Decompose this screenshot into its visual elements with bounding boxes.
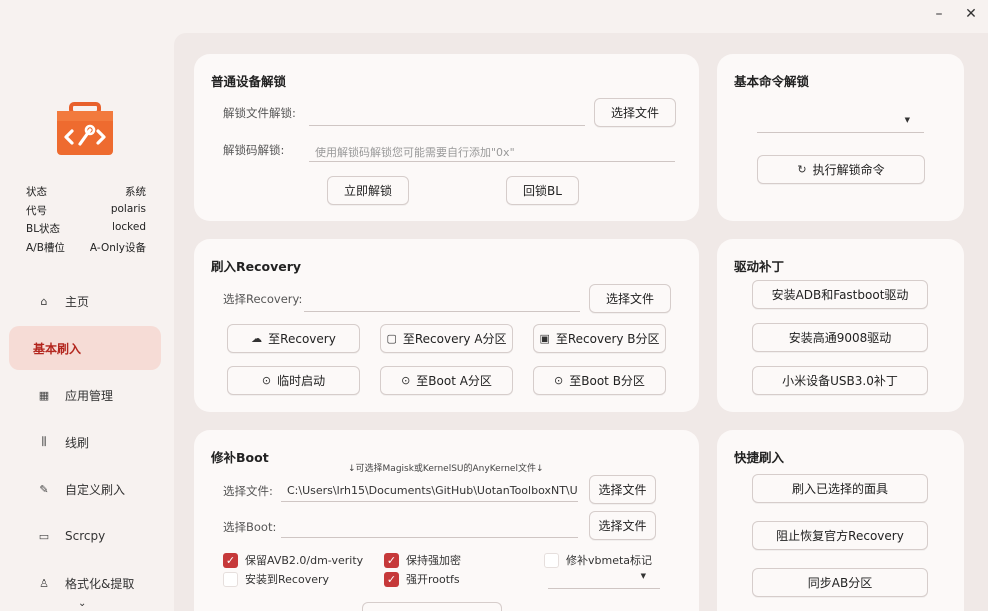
sidebar: 状态 系统 代号 polaris BL状态 locked A/B槽位 A-Only设备 …: [0, 0, 173, 611]
device-info: 状态 系统 代号 polaris BL状态 locked A/B槽位 A-Only设备: [26, 184, 146, 258]
info-row: A/B槽位 A-Only设备: [26, 241, 146, 254]
boot-icon: ⊙: [401, 374, 411, 387]
execute-unlock-command-button[interactable]: ↻ 执行解锁命令: [757, 155, 925, 184]
boot-icon: ⊙: [554, 374, 564, 387]
keep-avb-checkbox[interactable]: ✓ 保留AVB2.0/dm-verity: [223, 552, 363, 568]
unlock-file-label: 解锁文件解锁:: [223, 106, 296, 120]
card-title: 修补Boot: [211, 450, 269, 465]
recovery-file-field[interactable]: [304, 288, 580, 312]
monitor-icon: ▢: [386, 332, 397, 345]
checkbox-unchecked-icon: [223, 571, 238, 587]
info-row: BL状态 locked: [26, 221, 146, 235]
home-icon: ⌂: [40, 294, 48, 308]
checkbox-checked-icon: ✓: [223, 552, 238, 568]
person-icon: ♙: [39, 576, 49, 590]
unlock-file-field[interactable]: [309, 102, 585, 126]
keep-encryption-checkbox[interactable]: ✓ 保持强加密: [384, 552, 461, 568]
window-controls: – ✕: [932, 6, 978, 22]
unlock-now-button[interactable]: 立即解锁: [327, 176, 409, 205]
boot-file-label: 选择文件:: [223, 484, 273, 498]
patch-boot-button[interactable]: [362, 602, 502, 611]
flash-selected-magisk-button[interactable]: 刷入已选择的面具: [752, 474, 928, 503]
boot-image-label: 选择Boot:: [223, 520, 277, 534]
choose-boot-file-button[interactable]: 选择文件: [589, 511, 656, 540]
nav-item-scrcpy[interactable]: ▭ Scrcpy: [9, 514, 161, 558]
prevent-official-recovery-button[interactable]: 阻止恢复官方Recovery: [752, 521, 928, 550]
info-row: 代号 polaris: [26, 202, 146, 217]
card-title: 刷入Recovery: [211, 259, 302, 274]
apps-icon: ▦: [38, 388, 50, 402]
choose-unlock-file-button[interactable]: 选择文件: [594, 98, 676, 127]
sync-ab-partition-button[interactable]: 同步AB分区: [752, 568, 928, 597]
anykernel-hint: ↓可选择Magisk或KernelSU的AnyKernel文件↓: [348, 464, 544, 474]
checkbox-unchecked-icon: [544, 552, 559, 568]
patch-boot-card: 修补Boot ↓可选择Magisk或KernelSU的AnyKernel文件↓ …: [194, 430, 699, 611]
flash-to-recovery-b-button[interactable]: ▣ 至Recovery B分区: [533, 324, 666, 353]
display-icon: ▣: [539, 332, 550, 345]
choose-patch-file-button[interactable]: 选择文件: [589, 475, 656, 504]
flash-to-boot-a-button[interactable]: ⊙ 至Boot A分区: [380, 366, 513, 395]
minimize-button[interactable]: –: [932, 6, 946, 22]
nav-item-app-manager[interactable]: ▦ 应用管理: [9, 373, 161, 417]
install-adb-fastboot-driver-button[interactable]: 安装ADB和Fastboot驱动: [752, 280, 928, 309]
boot-image-field[interactable]: [281, 514, 578, 538]
patch-vbmeta-checkbox[interactable]: 修补vbmeta标记: [544, 552, 652, 568]
boot-file-field[interactable]: C:\Users\lrh15\Documents\GitHub\UotanToo…: [281, 478, 578, 502]
wand-icon: ✎: [39, 482, 49, 496]
relock-bl-button[interactable]: 回锁BL: [506, 176, 579, 205]
unlock-code-input[interactable]: 使用解锁码解锁您可能需要自行添加"0x": [309, 138, 675, 162]
nav-item-home[interactable]: ⌂ 主页: [9, 279, 161, 323]
flash-to-recovery-a-button[interactable]: ▢ 至Recovery A分区: [380, 324, 513, 353]
flash-to-recovery-button[interactable]: ☁ 至Recovery: [227, 324, 360, 353]
info-row: 状态 系统: [26, 186, 146, 198]
choose-recovery-file-button[interactable]: 选择文件: [589, 284, 671, 313]
toolbox-logo-icon: [57, 102, 113, 155]
screen-icon: ▭: [38, 529, 50, 543]
boot-icon: ⊙: [261, 374, 272, 387]
force-rootfs-checkbox[interactable]: ✓ 强开rootfs: [384, 571, 460, 587]
dropdown-arrow-icon: ▼: [640, 572, 646, 580]
arch-select[interactable]: ▼: [548, 567, 660, 589]
nav-menu: ⌂ 主页 基本刷入 ▦ 应用管理 ⫼ 线刷 ✎ 自定义刷入 ▭ Scrcpy ♙ 格式化&提…: [9, 279, 161, 608]
recovery-file-label: 选择Recovery:: [223, 292, 303, 306]
unlock-command-select[interactable]: ▼: [757, 111, 924, 133]
card-title: 普通设备解锁: [211, 74, 287, 89]
nav-item-basic-flash[interactable]: 基本刷入: [9, 326, 161, 370]
close-button[interactable]: ✕: [964, 6, 978, 22]
command-unlock-card: 基本命令解锁 ▼ ↻ 执行解锁命令: [717, 54, 964, 221]
unlock-code-label: 解锁码解锁:: [223, 143, 285, 157]
checkbox-checked-icon: ✓: [384, 552, 399, 568]
quick-flash-card: 快捷刷入 刷入已选择的面具 阻止恢复官方Recovery 同步AB分区: [717, 430, 964, 611]
driver-patch-card: 驱动补丁 安装ADB和Fastboot驱动 安装高通9008驱动 小米设备USB…: [717, 239, 964, 412]
temporary-boot-button[interactable]: ⊙ 临时启动: [227, 366, 360, 395]
nav-item-custom-flash[interactable]: ✎ 自定义刷入: [9, 467, 161, 511]
cloud-icon: ☁: [251, 332, 263, 345]
flash-icon: ⫼: [41, 435, 47, 448]
install-to-recovery-checkbox[interactable]: 安装到Recovery: [223, 571, 329, 587]
flash-to-boot-b-button[interactable]: ⊙ 至Boot B分区: [533, 366, 666, 395]
checkbox-checked-icon: ✓: [384, 571, 399, 587]
flash-recovery-card: 刷入Recovery 选择Recovery: 选择文件 ☁ 至Recovery ▢…: [194, 239, 699, 412]
dropdown-arrow-icon: ▼: [904, 116, 910, 124]
card-title: 驱动补丁: [734, 259, 785, 274]
card-title: 快捷刷入: [734, 450, 785, 465]
card-title: 基本命令解锁: [734, 74, 810, 89]
nav-item-line-flash[interactable]: ⫼ 线刷: [9, 420, 161, 464]
refresh-icon: ↻: [797, 163, 807, 176]
chevron-down-icon[interactable]: ⌄: [78, 598, 86, 609]
xiaomi-usb3-patch-button[interactable]: 小米设备USB3.0补丁: [752, 366, 928, 395]
install-qualcomm-9008-driver-button[interactable]: 安装高通9008驱动: [752, 323, 928, 352]
unlock-card: 普通设备解锁 解锁文件解锁: 选择文件 解锁码解锁: 使用解锁码解锁您可能需要自…: [194, 54, 699, 221]
